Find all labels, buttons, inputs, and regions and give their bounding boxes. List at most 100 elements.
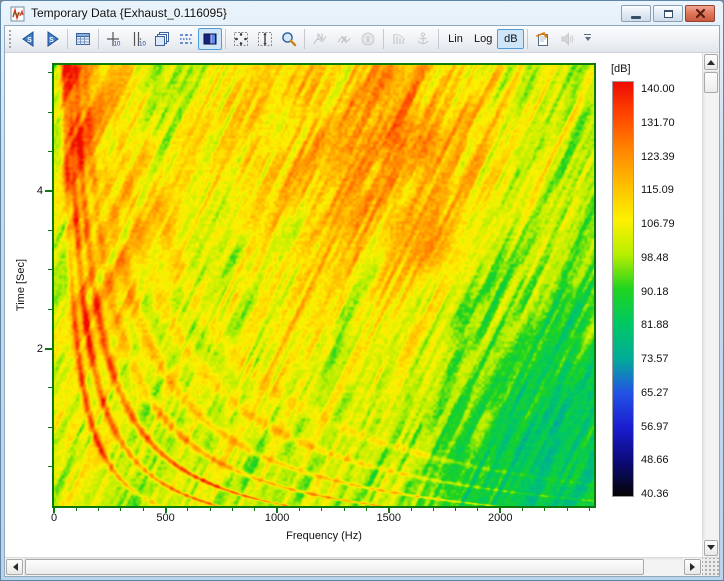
colorbar-tick: 115.09 <box>641 183 675 197</box>
curve-x-icon: X <box>335 30 353 48</box>
toolbar-separator <box>225 29 226 49</box>
colormap-display-button[interactable] <box>198 28 222 50</box>
scroll-right-button[interactable] <box>684 559 701 575</box>
double-cursor-icon: 10 <box>129 30 147 48</box>
next-record-button[interactable]: S <box>40 28 64 50</box>
audio-replay-icon <box>558 30 576 48</box>
single-cursor-button[interactable]: 10 <box>102 28 126 50</box>
harmonic-cursor-icon <box>390 30 408 48</box>
colorbar-tick: 73.57 <box>641 352 675 366</box>
colorbar-unit-label: [dB] <box>611 63 631 75</box>
svg-text:10: 10 <box>114 42 121 48</box>
autoscale-y-icon <box>256 30 274 48</box>
info-icon: i <box>359 30 377 48</box>
y-tick-label: 4 <box>25 185 43 197</box>
toolbar-separator <box>383 29 384 49</box>
anchor-cursor-button <box>411 28 435 50</box>
svg-text:N: N <box>317 32 324 42</box>
window: Temporary Data {Exhaust_0.116095} S <box>0 0 724 581</box>
audio-replay-button <box>555 28 579 50</box>
toolbar-overflow-button[interactable] <box>581 29 594 49</box>
svg-text:S: S <box>49 37 54 44</box>
toolbar-grip[interactable] <box>8 29 13 49</box>
close-icon <box>695 8 706 19</box>
toolbar-separator <box>67 29 68 49</box>
single-cursor-icon: 10 <box>105 30 123 48</box>
curve-x-button: X <box>332 28 356 50</box>
next-record-icon: S <box>43 30 62 48</box>
colorbar-tick: 106.79 <box>641 217 675 231</box>
svg-text:S: S <box>27 37 32 44</box>
arrow-up-icon <box>707 56 715 65</box>
scroll-down-button[interactable] <box>704 540 718 556</box>
colorbar-tick: 123.39 <box>641 150 675 164</box>
db-button[interactable]: dB <box>497 29 524 49</box>
colorbar-tick: 90.18 <box>641 285 675 299</box>
x-axis-title: Frequency (Hz) <box>286 530 362 542</box>
harmonic-cursor-button <box>387 28 411 50</box>
toolbar-separator <box>98 29 99 49</box>
svg-text:10: 10 <box>139 42 146 48</box>
colorbar-gradient <box>612 81 634 497</box>
y-axis-title: Time [Sec] <box>15 259 27 311</box>
info-button: i <box>356 28 380 50</box>
app-icon <box>10 6 26 22</box>
plot-area: Time [Sec] 4 2 0 500 1000 1500 2000 Freq… <box>5 53 702 557</box>
zoom-button[interactable] <box>277 28 301 50</box>
data-grid-icon <box>74 30 92 48</box>
arrow-right-icon <box>690 563 699 571</box>
toolbar-separator <box>527 29 528 49</box>
colorbar-tick: 98.48 <box>641 251 675 265</box>
toolbar: S S 10 <box>5 26 719 53</box>
double-cursor-button[interactable]: 10 <box>126 28 150 50</box>
overlay-pages-button[interactable] <box>150 28 174 50</box>
horizontal-scroll-track[interactable] <box>24 558 683 576</box>
toolbar-separator <box>438 29 439 49</box>
curve-n-button: N <box>308 28 332 50</box>
x-tick-label: 500 <box>156 512 174 524</box>
waterfall-display-icon <box>177 30 195 48</box>
autoscale-y-button[interactable] <box>253 28 277 50</box>
export-picture-icon <box>534 30 552 48</box>
horizontal-scrollbar[interactable] <box>5 558 702 576</box>
anchor-cursor-icon <box>414 30 432 48</box>
toolbar-separator <box>304 29 305 49</box>
curve-n-icon: N <box>311 30 329 48</box>
window-title: Temporary Data {Exhaust_0.116095} <box>31 6 621 21</box>
export-picture-button[interactable] <box>531 28 555 50</box>
restore-button[interactable] <box>653 5 683 22</box>
colorbar-tick: 48.66 <box>641 453 675 467</box>
x-tick-label: 1000 <box>265 512 289 524</box>
title-bar[interactable]: Temporary Data {Exhaust_0.116095} <box>4 1 720 25</box>
vertical-scroll-track[interactable] <box>703 71 719 539</box>
resize-grip[interactable] <box>702 558 719 576</box>
svg-text:X: X <box>341 35 348 46</box>
waterfall-display-button[interactable] <box>174 28 198 50</box>
svg-text:i: i <box>367 35 370 45</box>
colorbar-tick: 56.97 <box>641 420 675 434</box>
colorbar-tick: 131.70 <box>641 116 675 130</box>
colorbar-tick: 65.27 <box>641 386 675 400</box>
arrow-left-icon <box>9 563 18 571</box>
previous-record-button[interactable]: S <box>16 28 40 50</box>
horizontal-scroll-thumb[interactable] <box>25 559 644 575</box>
restore-icon <box>664 10 673 18</box>
minimize-button[interactable] <box>621 5 651 22</box>
scroll-up-button[interactable] <box>704 54 718 70</box>
minimize-icon <box>631 16 641 19</box>
data-grid-button[interactable] <box>71 28 95 50</box>
scroll-left-button[interactable] <box>6 559 23 575</box>
autoscale-xy-button[interactable] <box>229 28 253 50</box>
close-button[interactable] <box>685 5 715 22</box>
spectrogram-canvas[interactable] <box>54 65 594 506</box>
x-tick-label: 2000 <box>488 512 512 524</box>
log-button[interactable]: Log <box>469 29 497 49</box>
colorbar-tick: 40.36 <box>641 487 675 501</box>
vertical-scrollbar[interactable] <box>702 53 719 557</box>
previous-record-icon: S <box>19 30 38 48</box>
lin-button[interactable]: Lin <box>442 29 469 49</box>
colorbar-tick: 81.88 <box>641 318 675 332</box>
vertical-scroll-thumb[interactable] <box>704 72 718 93</box>
x-tick-label: 1500 <box>376 512 400 524</box>
y-tick-label: 2 <box>25 343 43 355</box>
